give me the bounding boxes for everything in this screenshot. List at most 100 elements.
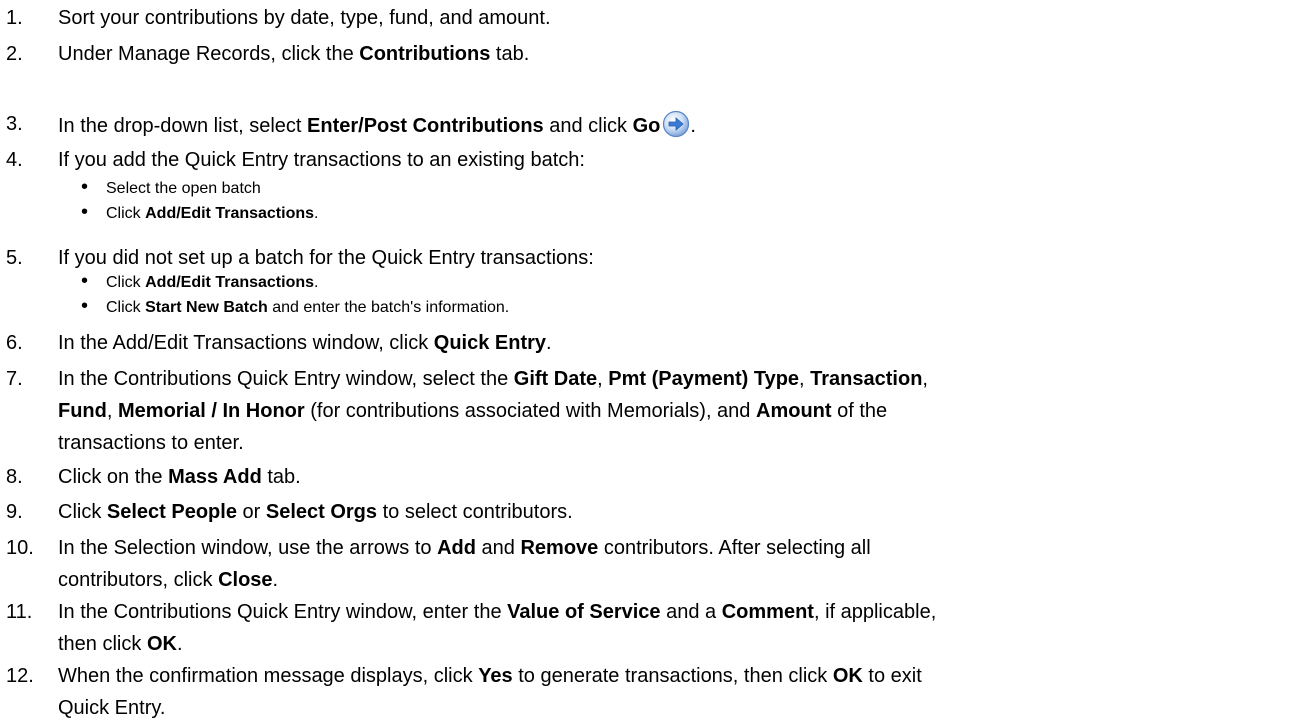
text-run: Click on the xyxy=(58,466,169,488)
text-run: to exit xyxy=(862,665,922,687)
step-line: In the drop-down list, select Enter/Post… xyxy=(58,110,1298,140)
text-run: tab. xyxy=(261,466,301,488)
text-run: If you add the Quick Entry transactions … xyxy=(58,149,585,171)
bold-term: Add/Edit Transactions xyxy=(145,274,315,291)
step-text: Click on the Mass Add tab. xyxy=(58,463,1298,491)
text-run: and click xyxy=(543,115,633,137)
text-run: Click xyxy=(106,205,146,222)
text-run: to select contributors. xyxy=(377,501,573,523)
bold-term: Add/Edit Transactions xyxy=(145,205,315,222)
bullet-glyph: • xyxy=(81,201,89,223)
text-run: (for contributions associated with Memor… xyxy=(304,400,756,422)
text-run: , xyxy=(922,368,928,390)
step-line: contributors, click Close. xyxy=(58,566,1298,594)
text-run: Under Manage Records, click the xyxy=(58,43,360,65)
text-run: Sort your contributions by date, type, f… xyxy=(58,7,551,29)
text-run: . xyxy=(272,569,279,591)
bold-term: Select Orgs xyxy=(265,501,378,523)
bold-term: Gift Date xyxy=(513,368,598,390)
text-run: Click xyxy=(58,501,107,523)
step-number: 2. xyxy=(6,43,23,65)
step-text: In the Contributions Quick Entry window,… xyxy=(58,598,1298,658)
text-run: In the Contributions Quick Entry window,… xyxy=(58,368,514,390)
text-run: Click xyxy=(106,299,146,316)
step-line: Click on the Mass Add tab. xyxy=(58,463,1298,491)
bold-term: Yes xyxy=(478,665,513,687)
bold-term: Select People xyxy=(106,501,237,523)
bold-term: Mass Add xyxy=(168,466,262,488)
text-run: . xyxy=(546,332,552,354)
bullet-glyph: • xyxy=(81,176,89,198)
bold-term: Transaction xyxy=(810,368,923,390)
step-text: If you add the Quick Entry transactions … xyxy=(58,146,1298,174)
text-run: tab. xyxy=(490,43,530,65)
step-text: If you did not set up a batch for the Qu… xyxy=(58,244,1298,272)
bold-term: Amount xyxy=(756,400,832,422)
step-number: 6. xyxy=(6,332,23,354)
step-number: 9. xyxy=(6,501,23,523)
text-run: In the drop-down list, select xyxy=(58,115,308,137)
bold-term: Go xyxy=(632,115,661,137)
step-text: Click Select People or Select Orgs to se… xyxy=(58,498,1298,526)
text-run: of the xyxy=(831,400,888,422)
step-line: Quick Entry. xyxy=(58,694,1298,722)
step-number: 4. xyxy=(6,149,23,171)
text-run: . xyxy=(176,633,183,655)
text-run: to generate transactions, then click xyxy=(512,665,833,687)
text-run: . xyxy=(314,205,319,222)
step-line: If you did not set up a batch for the Qu… xyxy=(58,244,1298,272)
step-number: 11. xyxy=(6,601,33,623)
step-text: In the Add/Edit Transactions window, cli… xyxy=(58,329,1298,357)
bullet-text: Select the open batch xyxy=(106,179,261,199)
bold-term: OK xyxy=(146,633,177,655)
go-arrow-icon xyxy=(663,110,690,138)
bullet-text: Click Add/Edit Transactions. xyxy=(106,273,318,293)
step-text: Sort your contributions by date, type, f… xyxy=(58,4,1298,32)
text-run: then click xyxy=(58,633,147,655)
step-text: In the Contributions Quick Entry window,… xyxy=(58,365,1298,457)
bold-term: OK xyxy=(832,665,863,687)
text-run: , xyxy=(106,400,118,422)
text-run: Quick Entry. xyxy=(58,697,166,719)
bullet-glyph: • xyxy=(81,270,89,292)
step-line: In the Selection window, use the arrows … xyxy=(58,534,1298,562)
step-text: In the drop-down list, select Enter/Post… xyxy=(58,110,1298,140)
step-line: If you add the Quick Entry transactions … xyxy=(58,146,1298,174)
text-run: Select the open batch xyxy=(106,180,261,197)
bold-term: Remove xyxy=(520,537,599,559)
text-run: If you did not set up a batch for the Qu… xyxy=(58,247,594,269)
text-run: and enter the batch's information. xyxy=(267,299,510,316)
bullet-glyph: • xyxy=(81,295,89,317)
step-line: When the confirmation message displays, … xyxy=(58,662,1298,690)
bold-term: Pmt (Payment) Type xyxy=(608,368,800,390)
text-run: In the Selection window, use the arrows … xyxy=(58,537,438,559)
step-text: When the confirmation message displays, … xyxy=(58,662,1298,722)
bold-term: Enter/Post Contributions xyxy=(307,115,544,137)
step-text: Under Manage Records, click the Contribu… xyxy=(58,40,1298,68)
text-run: In the Add/Edit Transactions window, cli… xyxy=(58,332,434,354)
bold-term: Fund xyxy=(58,400,107,422)
bold-term: Add xyxy=(437,537,476,559)
bold-term: Close xyxy=(218,569,273,591)
step-line: Fund, Memorial / In Honor (for contribut… xyxy=(58,397,1298,425)
step-line: Sort your contributions by date, type, f… xyxy=(58,4,1298,32)
step-number: 12. xyxy=(6,665,34,687)
bold-term: Comment xyxy=(721,601,814,623)
text-run: . xyxy=(690,115,696,137)
step-line: In the Contributions Quick Entry window,… xyxy=(58,365,1298,393)
text-run: , xyxy=(597,368,609,390)
text-run: When the confirmation message displays, … xyxy=(58,665,479,687)
step-number: 3. xyxy=(6,113,23,135)
text-run: transactions to enter. xyxy=(58,432,244,454)
step-number: 5. xyxy=(6,247,23,269)
text-run: contributors. After selecting all xyxy=(598,537,871,559)
step-number: 10. xyxy=(6,537,34,559)
bold-term: Memorial / In Honor xyxy=(118,400,305,422)
step-line: transactions to enter. xyxy=(58,429,1298,457)
text-run: , xyxy=(799,368,811,390)
text-run: Click xyxy=(106,274,146,291)
bold-term: Value of Service xyxy=(507,601,661,623)
step-text: In the Selection window, use the arrows … xyxy=(58,534,1298,594)
text-run: or xyxy=(236,501,266,523)
bullet-text: Click Add/Edit Transactions. xyxy=(106,204,318,224)
